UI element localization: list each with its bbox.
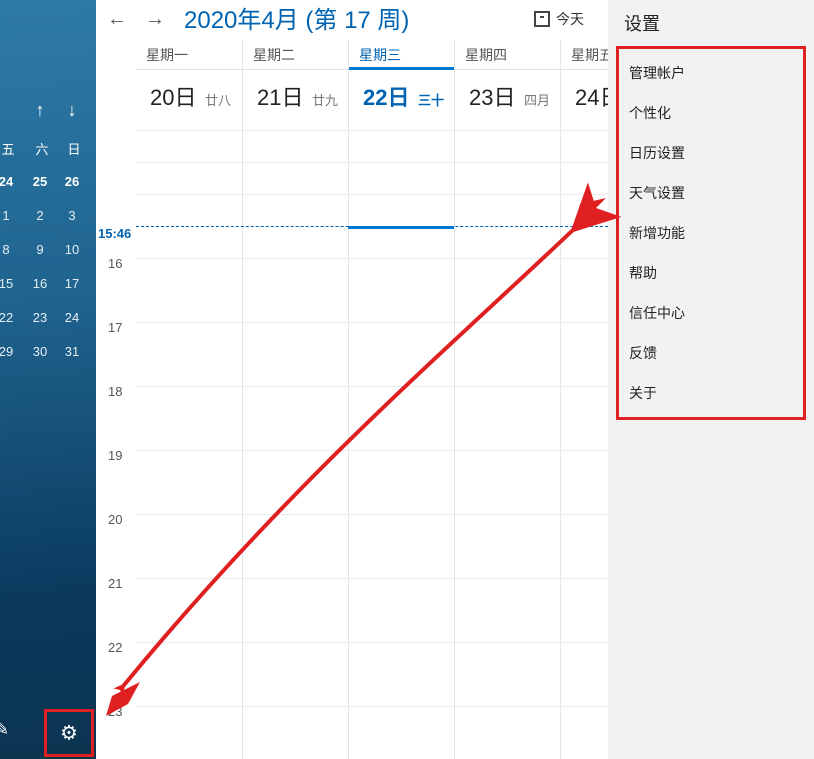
mini-cal-day[interactable]: 23 bbox=[28, 306, 52, 330]
day-column-thu[interactable]: 星期四 23日 四月 bbox=[454, 40, 560, 759]
mini-cal-day[interactable]: 25 bbox=[28, 170, 52, 194]
mini-cal-weekday: 六 bbox=[26, 139, 58, 158]
mini-cal-day[interactable]: 24 bbox=[0, 170, 18, 194]
edit-icon[interactable]: ✎ bbox=[0, 719, 9, 740]
mini-cal-day[interactable]: 2 bbox=[28, 204, 52, 228]
prev-week-icon[interactable]: ← bbox=[102, 4, 132, 34]
current-time-label: 15:46 bbox=[98, 226, 131, 241]
day-number: 23日 bbox=[469, 85, 515, 110]
hour-label: 18 bbox=[108, 384, 122, 399]
day-lunar: 廿九 bbox=[312, 93, 338, 108]
day-date: 21日 廿九 bbox=[243, 70, 348, 130]
today-button[interactable]: 今天 bbox=[534, 6, 584, 32]
current-time-line-today-segment bbox=[348, 226, 454, 229]
settings-gear-icon[interactable]: ⚙ bbox=[60, 721, 78, 746]
hour-label: 19 bbox=[108, 448, 122, 463]
settings-item-help[interactable]: 帮助 bbox=[619, 253, 803, 293]
mini-cal-day[interactable]: 10 bbox=[60, 238, 84, 262]
hour-grid[interactable] bbox=[349, 130, 454, 759]
hour-label: 23 bbox=[108, 704, 122, 719]
settings-item-trust-center[interactable]: 信任中心 bbox=[619, 293, 803, 333]
today-icon bbox=[534, 11, 550, 27]
mini-cal-day[interactable]: 17 bbox=[60, 272, 84, 296]
mini-cal-day[interactable]: 26 bbox=[60, 170, 84, 194]
day-lunar: 三十 bbox=[418, 93, 444, 108]
hour-label: 22 bbox=[108, 640, 122, 655]
mini-cal-day[interactable]: 31 bbox=[60, 340, 84, 364]
day-column-tue[interactable]: 星期二 21日 廿九 bbox=[242, 40, 348, 759]
mini-cal-day[interactable]: 29 bbox=[0, 340, 18, 364]
day-head: 星期二 bbox=[243, 40, 348, 70]
mini-cal-day[interactable]: 9 bbox=[28, 238, 52, 262]
day-date: 22日 三十 bbox=[349, 70, 454, 130]
day-date: 20日 廿八 bbox=[136, 70, 242, 130]
settings-item-manage-account[interactable]: 管理帐户 bbox=[619, 53, 803, 93]
sidebar: ↑ ↓ 五 六 日 24 25 26 1 2 3 8 9 10 15 16 17… bbox=[0, 0, 96, 759]
day-column-mon[interactable]: 星期一 20日 廿八 bbox=[136, 40, 242, 759]
hour-label: 21 bbox=[108, 576, 122, 591]
day-number: 20日 bbox=[150, 85, 196, 110]
day-head: 星期一 bbox=[136, 40, 242, 70]
day-number: 21日 bbox=[257, 85, 303, 110]
day-lunar: 四月 bbox=[524, 93, 550, 108]
settings-item-weather-settings[interactable]: 天气设置 bbox=[619, 173, 803, 213]
mini-cal-weekday: 日 bbox=[58, 139, 90, 158]
hour-grid[interactable] bbox=[455, 130, 560, 759]
mini-cal-day[interactable]: 15 bbox=[0, 272, 18, 296]
calendar-title: 2020年4月 (第 17 周) bbox=[184, 0, 409, 35]
mini-cal-weekday: 五 bbox=[0, 139, 24, 158]
day-column-wed[interactable]: 星期三 22日 三十 bbox=[348, 40, 454, 759]
hour-label: 20 bbox=[108, 512, 122, 527]
hour-gutter: 15:46 16 17 18 19 20 21 22 23 bbox=[96, 130, 136, 759]
mini-cal-nav: ↑ ↓ bbox=[0, 100, 96, 132]
settings-item-whats-new[interactable]: 新增功能 bbox=[619, 213, 803, 253]
mini-cal-day[interactable]: 16 bbox=[28, 272, 52, 296]
mini-cal-day[interactable]: 22 bbox=[0, 306, 18, 330]
annotation-highlight-settings-list: 管理帐户 个性化 日历设置 天气设置 新增功能 帮助 信任中心 反馈 关于 bbox=[616, 46, 806, 420]
mini-cal-up-icon[interactable]: ↑ bbox=[28, 100, 52, 121]
day-head: 星期四 bbox=[455, 40, 560, 70]
sidebar-bottom-bar: ✎ ⚙ bbox=[0, 705, 96, 759]
settings-title: 设置 bbox=[608, 0, 814, 46]
day-date: 23日 四月 bbox=[455, 70, 560, 130]
mini-cal-row: 1 2 3 bbox=[0, 200, 96, 234]
mini-cal-row: 22 23 24 bbox=[0, 302, 96, 336]
settings-item-about[interactable]: 关于 bbox=[619, 373, 803, 413]
mini-cal-row: 29 30 31 bbox=[0, 336, 96, 370]
mini-cal-day[interactable]: 1 bbox=[0, 204, 18, 228]
settings-panel: 设置 管理帐户 个性化 日历设置 天气设置 新增功能 帮助 信任中心 反馈 关于 bbox=[608, 0, 814, 759]
mini-cal-day[interactable]: 24 bbox=[60, 306, 84, 330]
hour-grid[interactable] bbox=[136, 130, 242, 759]
mini-cal-day[interactable]: 30 bbox=[28, 340, 52, 364]
settings-item-calendar-settings[interactable]: 日历设置 bbox=[619, 133, 803, 173]
settings-item-personalize[interactable]: 个性化 bbox=[619, 93, 803, 133]
mini-cal-row: 8 9 10 bbox=[0, 234, 96, 268]
mini-cal-day[interactable]: 3 bbox=[60, 204, 84, 228]
mini-cal-row: 15 16 17 bbox=[0, 268, 96, 302]
day-number: 22日 bbox=[363, 85, 409, 110]
next-week-icon[interactable]: → bbox=[140, 4, 170, 34]
mini-cal-day[interactable]: 8 bbox=[0, 238, 18, 262]
annotation-highlight-settings: ⚙ bbox=[44, 709, 94, 757]
mini-cal-weekday-row: 五 六 日 bbox=[0, 136, 96, 162]
mini-cal-down-icon[interactable]: ↓ bbox=[60, 100, 84, 121]
day-lunar: 廿八 bbox=[205, 93, 231, 108]
day-head: 星期三 bbox=[349, 40, 454, 70]
settings-item-feedback[interactable]: 反馈 bbox=[619, 333, 803, 373]
hour-grid[interactable] bbox=[243, 130, 348, 759]
hour-label: 17 bbox=[108, 320, 122, 335]
hour-label: 16 bbox=[108, 256, 122, 271]
today-label: 今天 bbox=[556, 9, 584, 29]
current-time-line bbox=[136, 226, 608, 227]
mini-cal-row: 24 25 26 bbox=[0, 166, 96, 200]
